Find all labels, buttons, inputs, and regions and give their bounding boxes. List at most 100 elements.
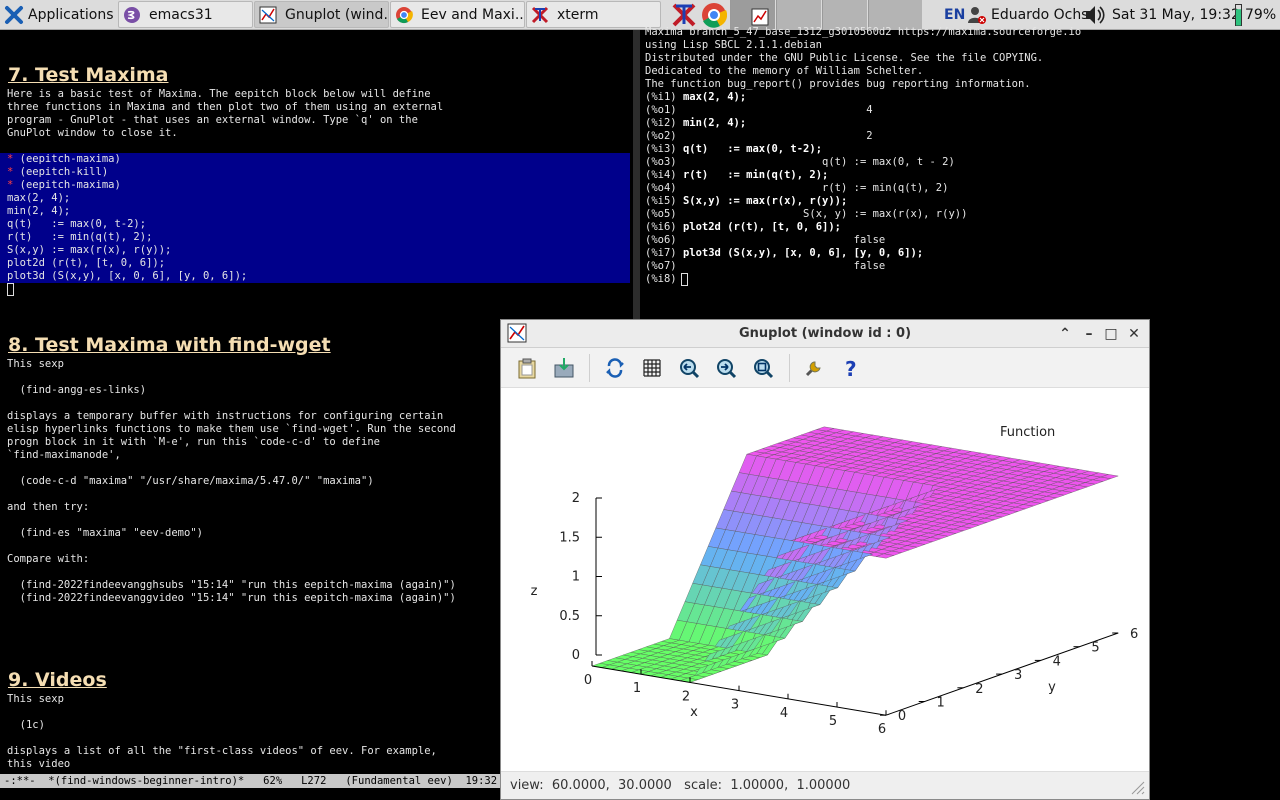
task-label: Eev and Maxi...	[421, 6, 525, 23]
sexp-link[interactable]: (find-2022findeevangghsubs "15:14" "run …	[7, 579, 456, 592]
sexp-link[interactable]: (find-angg-es-links)	[7, 384, 146, 397]
settings-icon[interactable]	[803, 357, 825, 379]
sexp-link[interactable]: (find-2022findeevanggvideo "15:14" "run …	[7, 592, 456, 605]
text-line: Here is a basic test of Maxima. The eepi…	[7, 88, 431, 100]
zoom-autoscale-icon[interactable]	[752, 357, 774, 379]
grid-icon[interactable]	[641, 357, 663, 379]
text-line: progn block in it with `M-e', run this `…	[7, 436, 380, 448]
task-gnuplot[interactable]: Gnuplot (wind...	[254, 1, 389, 28]
terminal-line: (%o5) S(x, y) := max(r(x), r(y))	[645, 208, 968, 220]
terminal-line: using Lisp SBCL 2.1.1.debian	[645, 39, 823, 51]
user-icon	[968, 7, 986, 24]
code-line: q(t) := max(0, t-2);	[7, 218, 147, 230]
gnuplot-3d-plot[interactable]: 0123456012345600.511.52zxy Function	[502, 389, 1148, 775]
task-label: xterm	[557, 6, 599, 23]
terminal-line: The function bug_report() provides bug r…	[645, 78, 1031, 90]
x-tick-label: 5	[829, 714, 837, 729]
y-tick-label: 4	[1053, 654, 1061, 669]
y-tick-label: 5	[1091, 641, 1099, 656]
terminal-line: Distributed under the GNU Public License…	[645, 52, 1044, 64]
zoom-next-icon[interactable]	[715, 357, 737, 379]
maximize-icon[interactable]: □	[1101, 324, 1121, 344]
code-line: S(x,y) := max(r(x), r(y));	[7, 244, 172, 256]
xterm-launcher-icon[interactable]	[671, 2, 697, 28]
clock-text: Sat 31 May, 19:32	[1112, 7, 1240, 23]
x-tick-label: 1	[633, 681, 641, 696]
z-tick-label: 1	[572, 570, 580, 585]
text-line: displays a temporary buffer with instruc…	[7, 410, 444, 422]
heading-test-maxima: 7. Test Maxima	[8, 64, 169, 86]
emacs-icon	[124, 6, 140, 23]
replot-icon[interactable]	[604, 357, 626, 379]
minimize-icon[interactable]: –	[1079, 324, 1099, 344]
task-label: emacs31	[149, 6, 213, 23]
battery[interactable]: 79%	[1235, 0, 1276, 30]
code-line: max(2, 4);	[7, 192, 71, 204]
gnuplot-icon	[259, 6, 277, 23]
eepitch-line[interactable]: * (eepitch-maxima)	[7, 153, 121, 166]
applications-menu[interactable]: Applications	[0, 0, 118, 30]
resize-grip-icon[interactable]	[1129, 779, 1145, 795]
text-line: this video	[7, 758, 71, 770]
z-tick-label: 2	[572, 491, 580, 506]
sexp-link[interactable]: (code-c-d "maxima" "/usr/share/maxima/5.…	[7, 475, 374, 488]
text-line: Compare with:	[7, 553, 90, 565]
copy-clipboard-icon[interactable]	[516, 357, 538, 379]
export-icon[interactable]	[553, 357, 575, 379]
title-bar[interactable]: Gnuplot (window id : 0) ⌃ – □ ✕	[501, 320, 1149, 348]
shade-icon[interactable]: ⌃	[1055, 324, 1075, 344]
z-tick-label: 1.5	[559, 530, 580, 545]
text-line: displays a list of all the "first-class …	[7, 745, 437, 757]
terminal-line: (%i1) max(2, 4);	[645, 91, 747, 103]
battery-icon	[1235, 4, 1242, 26]
terminal-line: (%i8)	[645, 273, 683, 285]
x-tick-label: 0	[584, 673, 592, 688]
y-axis-label: y	[1048, 680, 1056, 695]
text-line: `find-maximanode',	[7, 449, 121, 461]
battery-percent: 79%	[1245, 7, 1277, 23]
clock[interactable]: Sat 31 May, 19:32	[1112, 0, 1240, 30]
terminal-line: (%o4) r(t) := min(q(t), 2)	[645, 182, 949, 194]
terminal-line: (%i5) S(x,y) := max(r(x), r(y));	[645, 195, 848, 207]
terminal-line: (%o2) 2	[645, 130, 873, 142]
sexp-link[interactable]: (find-es "maxima" "eev-demo")	[7, 527, 203, 540]
text-line: elisp hyperlinks functions to make them …	[7, 423, 456, 435]
terminal-line: (%o3) q(t) := max(0, t - 2)	[645, 156, 955, 168]
legend-label: Function	[1000, 425, 1055, 440]
window-title: Gnuplot (window id : 0)	[738, 326, 912, 341]
terminal-line: (%i6) plot2d (r(t), [t, 0, 6]);	[645, 221, 841, 233]
text-line: This sexp	[7, 693, 64, 705]
user-name: Eduardo Ochs	[991, 7, 1089, 23]
zoom-previous-icon[interactable]	[678, 357, 700, 379]
text-cursor	[7, 283, 14, 296]
help-icon[interactable]: ?	[840, 357, 862, 379]
gnuplot-window: Gnuplot (window id : 0) ⌃ – □ ✕ ? 0 1 2 3 4 5…	[500, 319, 1150, 800]
text-line: and then try:	[7, 501, 90, 513]
sexp-link[interactable]: (1c)	[7, 719, 45, 732]
task-xterm[interactable]: xterm	[526, 1, 661, 28]
y-tick-label: 1	[937, 696, 945, 711]
task-label: Gnuplot (wind...	[285, 6, 389, 23]
text-line: This sexp	[7, 358, 64, 370]
task-chrome[interactable]: Eev and Maxi...	[390, 1, 525, 28]
eepitch-line[interactable]: * (eepitch-kill)	[7, 166, 108, 179]
terminal-line: (%i3) q(t) := max(0, t-2);	[645, 143, 823, 155]
eepitch-line[interactable]: * (eepitch-maxima)	[7, 179, 121, 192]
close-icon[interactable]: ✕	[1124, 324, 1144, 344]
x-tick-label: 2	[682, 689, 690, 704]
applications-label: Applications	[28, 6, 114, 23]
code-line: r(t) := min(q(t), 2);	[7, 231, 153, 243]
z-tick-label: 0.5	[559, 609, 580, 624]
terminal-line: Maxima branch_5_47_base_1312_g3010560d2 …	[645, 26, 1082, 38]
terminal-line: (%i4) r(t) := min(q(t), 2);	[645, 169, 829, 181]
y-tick-label: 6	[1130, 627, 1138, 642]
chrome-launcher-icon[interactable]	[701, 2, 727, 28]
terminal-cursor	[681, 273, 688, 286]
x-tick-label: 4	[780, 706, 788, 721]
text-line: GnuPlot window to close it.	[7, 127, 178, 139]
task-emacs[interactable]: emacs31	[118, 1, 253, 28]
terminal-line: (%i7) plot3d (S(x,y), [x, 0, 6], [y, 0, …	[645, 247, 924, 259]
chrome-icon	[396, 6, 413, 23]
terminal-line: (%o6) false	[645, 234, 886, 246]
volume-icon[interactable]	[1084, 0, 1106, 30]
